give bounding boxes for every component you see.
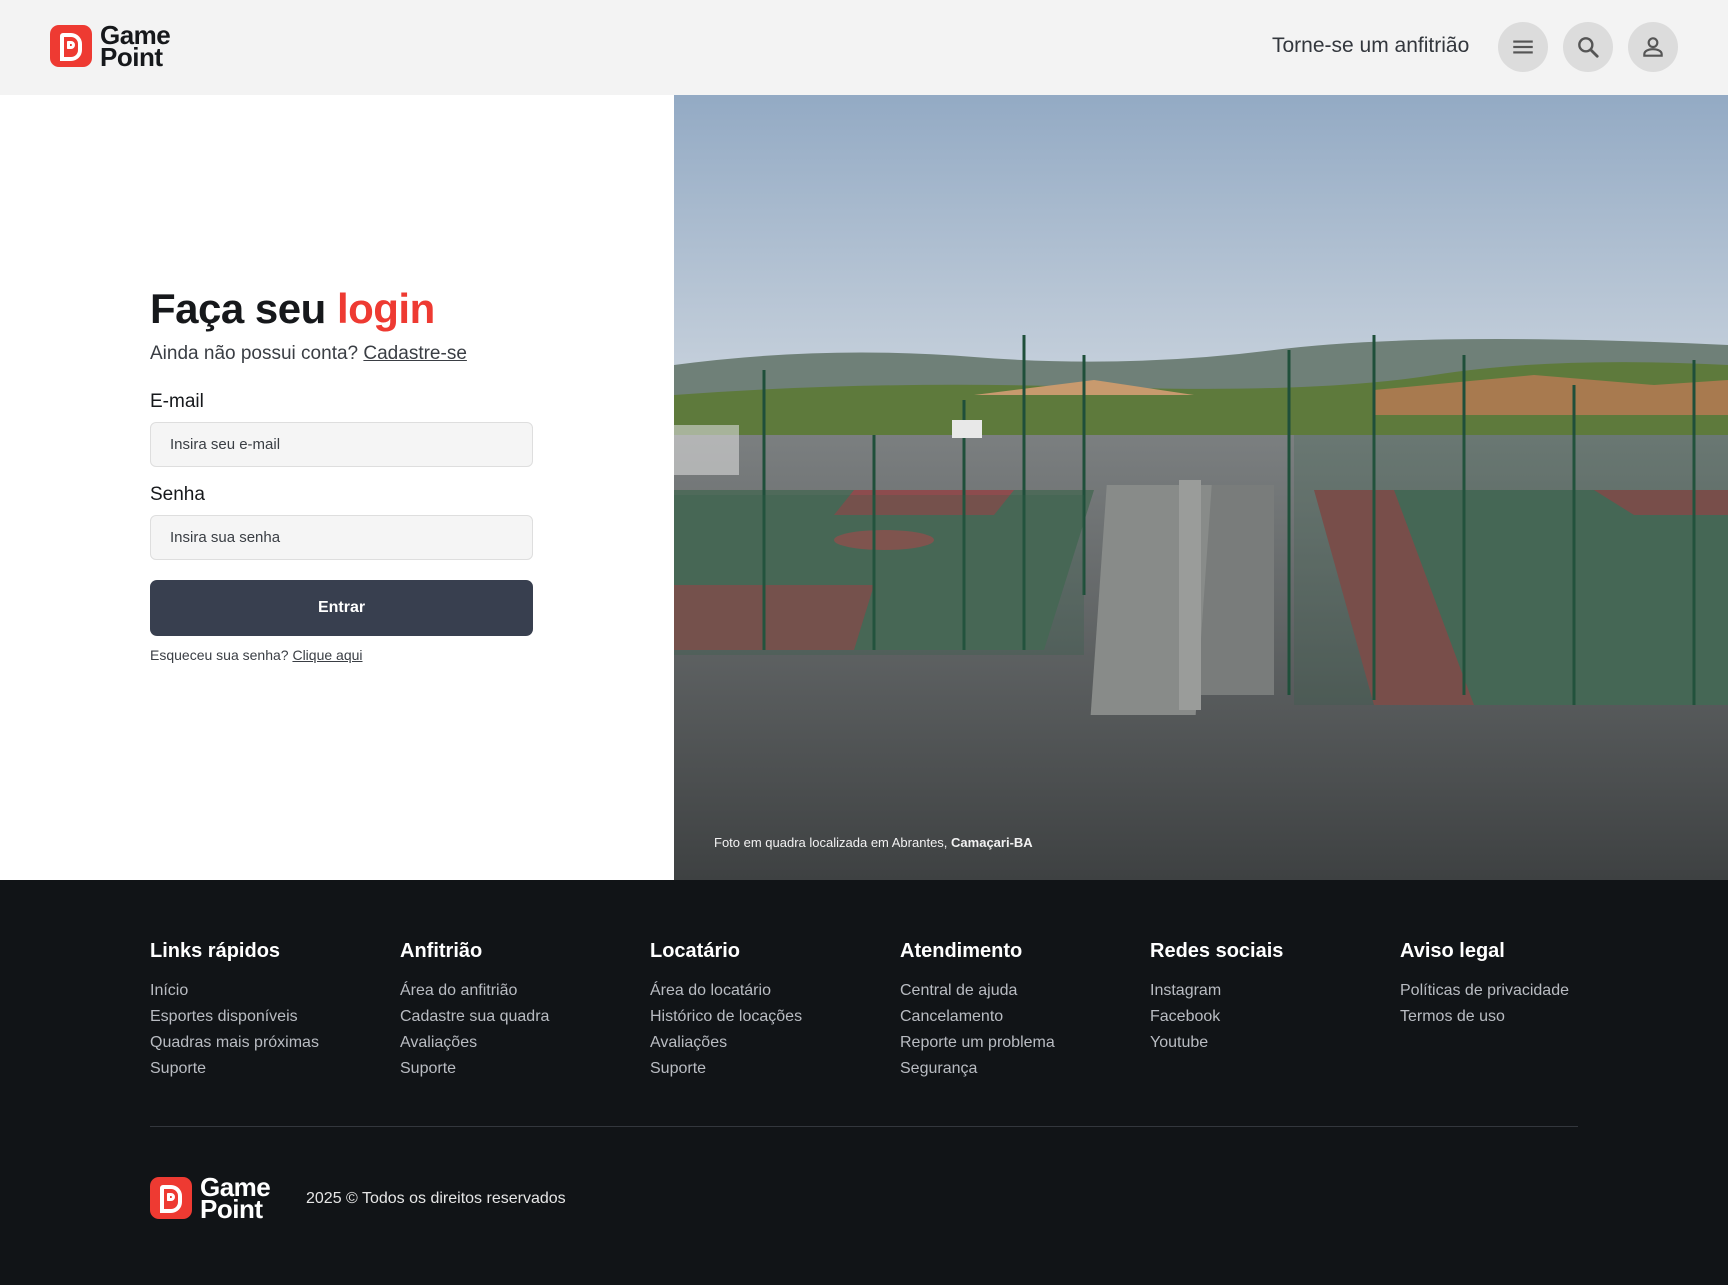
signup-link[interactable]: Cadastre-se [363,343,467,364]
footer-brand-logo[interactable]: Game Point [150,1174,271,1224]
logo-wordmark: Game Point [100,22,171,72]
user-icon [1643,37,1663,57]
footer-column-title: Redes sociais [1150,940,1284,962]
footer-column-title: Locatário [650,940,741,962]
login-submit-button[interactable]: Entrar [150,580,533,636]
menu-icon [1513,40,1533,54]
footer-column-host: Anfitrião Área do anfitrião Cadastre sua… [400,940,549,1082]
password-field[interactable] [150,515,533,560]
forgot-password-link[interactable]: Clique aqui [292,647,362,663]
brand-logo[interactable]: Game Point [50,22,171,72]
footer-link[interactable]: Políticas de privacidade [1400,978,1569,1004]
footer-column-tenant: Locatário Área do locatário Histórico de… [650,940,802,1082]
footer-link[interactable]: Esportes disponíveis [150,1004,319,1030]
signup-prompt-text: Ainda não possui conta? [150,343,359,364]
footer-link[interactable]: Reporte um problema [900,1030,1055,1056]
footer-link[interactable]: Central de ajuda [900,978,1055,1004]
footer-divider [150,1126,1578,1127]
footer-link[interactable]: Início [150,978,319,1004]
footer-link[interactable]: Suporte [150,1056,319,1082]
logo-line-2: Point [100,42,163,72]
logo-line-2: Point [200,1194,263,1224]
login-panel: Faça seu login Ainda não possui conta? C… [0,95,674,880]
forgot-password: Esqueceu sua senha? Clique aqui [150,647,363,663]
logo-mark-icon [50,25,92,67]
photo-caption: Foto em quadra localizada em Abrantes, C… [714,835,1033,850]
footer-link[interactable]: Segurança [900,1056,1055,1082]
footer-link[interactable]: Facebook [1150,1004,1283,1030]
footer-link[interactable]: Avaliações [400,1030,549,1056]
top-header: Game Point Torne-se um anfitrião [0,0,1728,95]
footer-link[interactable]: Termos de uso [1400,1004,1569,1030]
footer-column-title: Links rápidos [150,940,281,962]
search-button[interactable] [1563,22,1613,72]
logo-wordmark: Game Point [200,1174,271,1224]
footer-link[interactable]: Quadras mais próximas [150,1030,319,1056]
forgot-password-text: Esqueceu sua senha? [150,647,289,663]
login-title: Faça seu login [150,285,435,333]
footer-link[interactable]: Área do anfitrião [400,978,549,1004]
photo-caption-text: Foto em quadra localizada em Abrantes, [714,835,948,850]
footer-link[interactable]: Histórico de locações [650,1004,802,1030]
footer-column-title: Atendimento [900,940,1023,962]
court-photo-image [674,95,1728,880]
site-footer: Links rápidos Início Esportes disponívei… [0,880,1728,1285]
footer-link[interactable]: Cadastre sua quadra [400,1004,549,1030]
footer-column-title: Aviso legal [1400,940,1505,962]
email-field[interactable] [150,422,533,467]
signup-prompt: Ainda não possui conta? Cadastre-se [150,343,467,365]
court-photo: Foto em quadra localizada em Abrantes, C… [674,95,1728,880]
footer-column-title: Anfitrião [400,940,483,962]
footer-column-social: Redes sociais Instagram Facebook Youtube [1150,940,1283,1056]
email-label: E-mail [150,391,204,412]
logo-mark-icon [150,1177,192,1219]
footer-link[interactable]: Youtube [1150,1030,1283,1056]
footer-column-quick-links: Links rápidos Início Esportes disponívei… [150,940,319,1082]
photo-caption-place: Camaçari-BA [951,835,1033,850]
footer-link[interactable]: Suporte [400,1056,549,1082]
become-host-link[interactable]: Torne-se um anfitrião [1272,34,1469,58]
account-button[interactable] [1628,22,1678,72]
search-icon [1578,37,1599,58]
footer-link[interactable]: Instagram [1150,978,1283,1004]
login-title-text: Faça seu [150,285,326,332]
footer-column-legal: Aviso legal Políticas de privacidade Ter… [1400,940,1569,1030]
password-label: Senha [150,484,205,505]
login-title-accent: login [336,285,435,332]
footer-link[interactable]: Área do locatário [650,978,802,1004]
copyright-text: 2025 © Todos os direitos reservados [306,1190,566,1207]
footer-link[interactable]: Cancelamento [900,1004,1055,1030]
menu-button[interactable] [1498,22,1548,72]
footer-link[interactable]: Avaliações [650,1030,802,1056]
footer-link[interactable]: Suporte [650,1056,802,1082]
footer-column-support: Atendimento Central de ajuda Cancelament… [900,940,1055,1082]
